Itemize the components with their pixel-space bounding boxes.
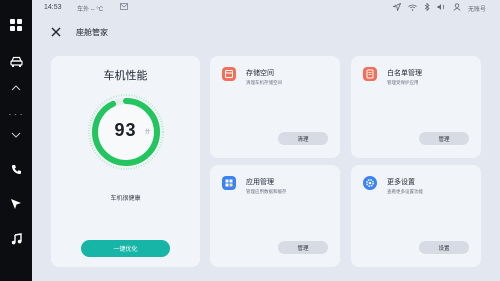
more-settings-title: 更多设置 xyxy=(387,179,415,186)
user-icon[interactable] xyxy=(453,3,461,13)
app-management-card[interactable]: 应用管理 管理应用数据和缓存 管理 xyxy=(210,165,340,267)
status-icons: 无账号 xyxy=(392,2,486,13)
storage-desc: 清理车机存储空间 xyxy=(246,80,282,85)
temperature-readout: - - - xyxy=(0,104,32,126)
temperature-value: - - - xyxy=(8,112,24,118)
performance-card: 车机性能 93 分 车机很健康 一键优化 xyxy=(51,56,200,267)
chevron-up-icon[interactable] xyxy=(0,77,32,99)
clock: 14:53 xyxy=(44,4,62,11)
whitelist-manage-button[interactable]: 管理 xyxy=(419,132,469,145)
location-icon xyxy=(392,2,402,13)
more-settings-desc: 查看更多设置功能 xyxy=(387,189,423,194)
one-click-optimize-button[interactable]: 一键优化 xyxy=(81,240,170,257)
app-management-desc: 管理应用数据和缓存 xyxy=(246,189,287,194)
status-bar: 14:53 车外 -- °C 无账号 xyxy=(32,0,500,16)
settings-button[interactable]: 设置 xyxy=(419,241,469,254)
health-status-text: 车机很健康 xyxy=(110,196,141,202)
score-value: 93 xyxy=(114,120,137,140)
app-management-title: 应用管理 xyxy=(246,179,274,186)
storage-card[interactable]: 存储空间 清理车机存储空间 清理 xyxy=(210,56,340,158)
score-display: 93 分 xyxy=(51,120,200,141)
dock: - - - xyxy=(0,0,32,281)
close-icon xyxy=(51,27,61,37)
performance-title: 车机性能 xyxy=(103,70,148,82)
page-header: 座舱管家 xyxy=(32,20,500,44)
apps-manage-icon xyxy=(222,176,236,190)
storage-title: 存储空间 xyxy=(246,70,274,77)
whitelist-icon xyxy=(363,67,377,81)
whitelist-title: 白名单管理 xyxy=(387,70,422,77)
page-title: 座舱管家 xyxy=(76,28,108,37)
car-icon[interactable] xyxy=(0,50,32,72)
volume-icon xyxy=(437,3,446,13)
phone-icon[interactable] xyxy=(0,158,32,180)
chevron-down-icon[interactable] xyxy=(0,124,32,146)
navigation-icon[interactable] xyxy=(0,193,32,215)
settings-icon xyxy=(363,176,377,190)
more-settings-card[interactable]: 更多设置 查看更多设置功能 设置 xyxy=(351,165,481,267)
score-unit: 分 xyxy=(145,129,151,135)
music-icon[interactable] xyxy=(0,228,32,250)
close-button[interactable] xyxy=(49,25,63,39)
mail-icon[interactable] xyxy=(120,3,128,12)
wifi-icon xyxy=(408,4,417,13)
whitelist-card[interactable]: 白名单管理 管理受保护应用 管理 xyxy=(351,56,481,158)
bluetooth-icon xyxy=(424,2,430,13)
clean-button[interactable]: 清理 xyxy=(278,132,328,145)
app-manage-button[interactable]: 管理 xyxy=(278,241,328,254)
whitelist-desc: 管理受保护应用 xyxy=(387,80,419,85)
storage-icon xyxy=(222,67,236,81)
user-label[interactable]: 无账号 xyxy=(468,4,486,13)
apps-icon[interactable] xyxy=(0,14,32,36)
weather-text: 车外 -- °C xyxy=(77,7,104,13)
